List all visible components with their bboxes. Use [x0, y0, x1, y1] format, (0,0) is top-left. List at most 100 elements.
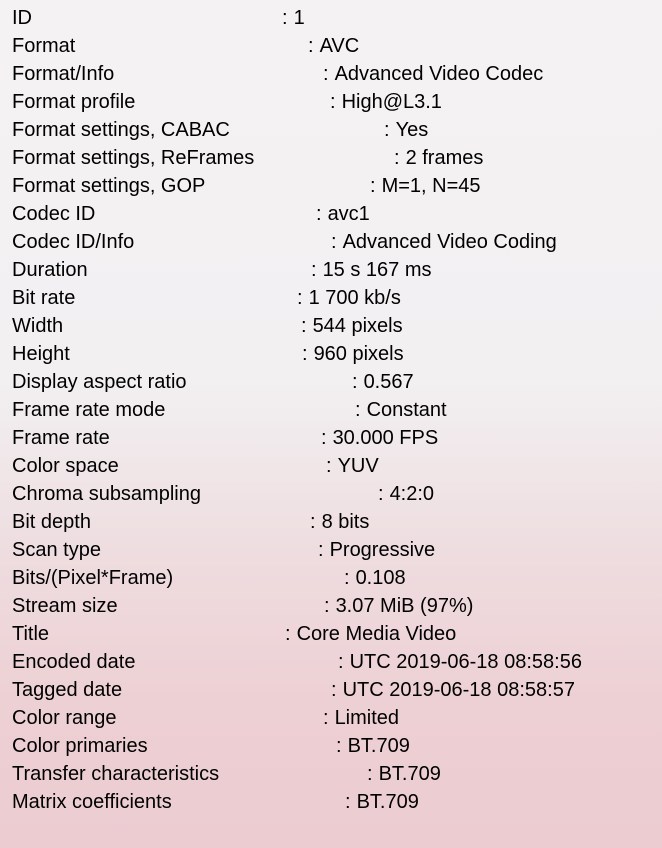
info-row-frame-rate: Frame rate :30.000 FPS [0, 424, 662, 452]
info-row-stream-size: Stream size :3.07 MiB (97%) [0, 592, 662, 620]
info-value-wrap: :2 frames [394, 147, 484, 169]
info-value: 1 700 kb/s [308, 287, 401, 309]
info-value-wrap: : Core Media Video [285, 623, 457, 645]
info-value: UTC 2019-06-18 08:58:57 [342, 679, 575, 701]
info-row-width: Width :544 pixels [0, 312, 662, 340]
info-label: Title [12, 623, 50, 645]
info-value-wrap: : Advanced Video Coding [331, 231, 557, 253]
info-value-wrap: :15 s 167 ms [311, 259, 432, 281]
info-value: 0.567 [363, 371, 414, 393]
info-label: Scan type [12, 539, 101, 561]
media-info-list: ID:1 Format: AVC Format/Info: Advanced Vid… [0, 4, 662, 816]
info-value: UTC 2019-06-18 08:58:56 [349, 651, 582, 673]
info-label: Format profile [12, 91, 136, 113]
info-value-wrap: :0.567 [352, 371, 414, 393]
info-label: Color primaries [12, 735, 148, 757]
info-value-wrap: : UTC 2019-06-18 08:58:56 [338, 651, 582, 673]
info-value: BT.709 [347, 735, 410, 757]
info-label: Frame rate [12, 427, 110, 449]
info-value: Limited [334, 707, 400, 729]
info-value: 544 pixels [312, 315, 403, 337]
info-row-frame-rate-mode: Frame rate mode : Constant [0, 396, 662, 424]
info-row-encoded-date: Encoded date : UTC 2019-06-18 08:58:56 [0, 648, 662, 676]
info-value: M=1, N=45 [381, 175, 481, 197]
info-value: 2 frames [405, 147, 484, 169]
info-label: Format/Info [12, 63, 115, 85]
info-value-wrap: : Constant [355, 399, 447, 421]
info-row-bits-pixel-frame: Bits/(Pixel*Frame) :0.108 [0, 564, 662, 592]
info-label: Frame rate mode [12, 399, 166, 421]
info-value: AVC [319, 35, 360, 57]
info-label: Codec ID [12, 203, 96, 225]
info-label: Encoded date [12, 651, 136, 673]
info-label: Stream size [12, 595, 118, 617]
info-label: Bit depth [12, 511, 91, 533]
info-value: 8 bits [321, 511, 370, 533]
info-row-transfer: Transfer characteristics : BT.709 [0, 760, 662, 788]
info-label: Height [12, 343, 70, 365]
info-label: Bit rate [12, 287, 76, 309]
info-row-color-primaries: Color primaries: BT.709 [0, 732, 662, 760]
info-row-codec-id-info: Codec ID/Info : Advanced Video Coding [0, 228, 662, 256]
info-value-wrap: : UTC 2019-06-18 08:58:57 [331, 679, 575, 701]
info-row-height: Height:960 pixels [0, 340, 662, 368]
info-label: Matrix coefficients [12, 791, 172, 813]
info-value-wrap: :0.108 [344, 567, 406, 589]
info-label: Codec ID/Info [12, 231, 135, 253]
info-value: Yes [395, 119, 429, 141]
info-value-wrap: : Limited [323, 707, 400, 729]
info-value: Constant [366, 399, 447, 421]
info-row-chroma: Chroma subsampling :4:2:0 [0, 480, 662, 508]
info-label: Format settings, GOP [12, 175, 206, 197]
info-value: Core Media Video [296, 623, 457, 645]
info-label: Format [12, 35, 76, 57]
info-value: High@L3.1 [341, 91, 442, 113]
info-row-title: Title : Core Media Video [0, 620, 662, 648]
info-value: Progressive [329, 539, 436, 561]
info-value-wrap: : avc1 [316, 203, 370, 225]
media-info-panel: ID:1 Format: AVC Format/Info: Advanced Vid… [0, 0, 662, 848]
info-value-wrap: : Progressive [318, 539, 436, 561]
info-label: Transfer characteristics [12, 763, 220, 785]
info-value: 1 [293, 7, 305, 29]
info-value: 4:2:0 [389, 483, 435, 505]
info-row-scan-type: Scan type : Progressive [0, 536, 662, 564]
info-value: BT.709 [378, 763, 441, 785]
info-label: Bits/(Pixel*Frame) [12, 567, 174, 589]
info-value-wrap: : Yes [384, 119, 429, 141]
info-row-codec-id: Codec ID : avc1 [0, 200, 662, 228]
info-value: 3.07 MiB (97%) [335, 595, 474, 617]
info-value: 30.000 FPS [332, 427, 439, 449]
info-row-matrix: Matrix coefficients: BT.709 [0, 788, 662, 816]
info-value-wrap: :30.000 FPS [321, 427, 439, 449]
info-label: Color space [12, 455, 119, 477]
info-value-wrap: :8 bits [310, 511, 370, 533]
info-value: Advanced Video Codec [334, 63, 544, 85]
info-row-color-range: Color range : Limited [0, 704, 662, 732]
info-label: Duration [12, 259, 88, 281]
info-label: Color range [12, 707, 117, 729]
info-value-wrap: :1 700 kb/s [297, 287, 401, 309]
info-label: Tagged date [12, 679, 123, 701]
info-label: Display aspect ratio [12, 371, 187, 393]
info-row-format-info: Format/Info: Advanced Video Codec [0, 60, 662, 88]
info-value: YUV [337, 455, 379, 477]
info-row-reframes: Format settings, ReFrames:2 frames [0, 144, 662, 172]
info-value-wrap: :544 pixels [301, 315, 403, 337]
info-row-id: ID:1 [0, 4, 662, 32]
info-value-wrap: : BT.709 [367, 763, 441, 785]
info-value-wrap: :4:2:0 [378, 483, 435, 505]
info-value-wrap: : YUV [326, 455, 379, 477]
info-label: Width [12, 315, 64, 337]
info-value-wrap: : M=1, N=45 [370, 175, 481, 197]
info-value: 960 pixels [313, 343, 404, 365]
info-value-wrap: :1 [282, 7, 305, 29]
info-row-color-space: Color space : YUV [0, 452, 662, 480]
info-value-wrap: :3.07 MiB (97%) [324, 595, 474, 617]
info-row-bit-rate: Bit rate :1 700 kb/s [0, 284, 662, 312]
info-value: Advanced Video Coding [342, 231, 557, 253]
info-label: Chroma subsampling [12, 483, 201, 505]
info-row-format-profile: Format profile: High@L3.1 [0, 88, 662, 116]
info-row-cabac: Format settings, CABAC: Yes [0, 116, 662, 144]
info-row-aspect-ratio: Display aspect ratio :0.567 [0, 368, 662, 396]
